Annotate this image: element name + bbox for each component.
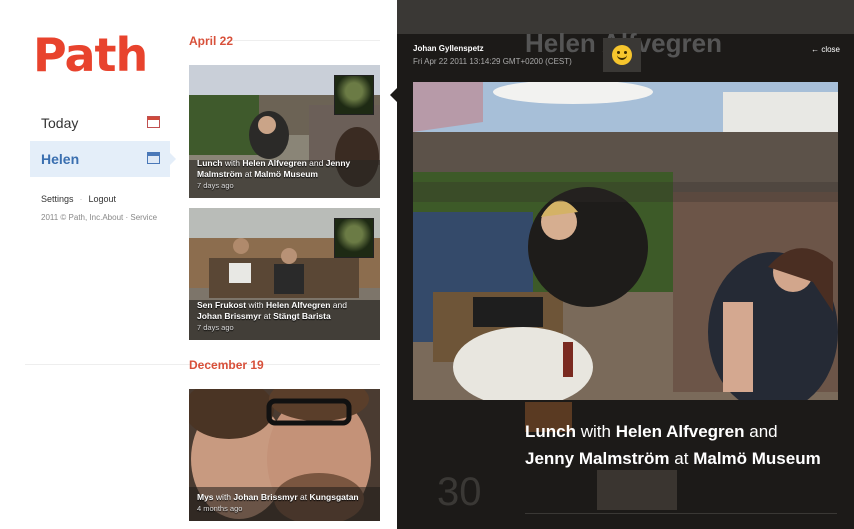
calendar-icon [147, 116, 160, 128]
moment-feed: April 22 Lunch with Helen Alfvegren and … [25, 0, 397, 529]
moment-card[interactable]: Sen Frukost with Helen Alfvegren and Joh… [189, 208, 380, 340]
sidebar-item-label: Today [41, 115, 79, 131]
timestamp: 7 days ago [197, 323, 234, 332]
moment-card[interactable]: Mys with Johan Brissmyr at Kungsgatan 4 … [189, 389, 380, 521]
close-button[interactable]: ← close [811, 45, 840, 54]
sidebar-item-helen[interactable]: Helen [30, 141, 176, 177]
date-header: December 19 [189, 358, 264, 372]
smiley-icon [612, 45, 632, 65]
divider [220, 40, 380, 41]
moment-card[interactable]: Lunch with Helen Alfvegren and Jenny Mal… [189, 65, 380, 198]
profile-icon [147, 152, 160, 164]
emotion-badge[interactable] [603, 38, 641, 72]
moment-caption-large: Lunch with Helen Alfvegren and Jenny Mal… [525, 422, 821, 468]
avatar [334, 75, 374, 115]
moment-detail-panel: Helen Alfvegren Johan Gyllenspetz Fri Ap… [390, 0, 854, 529]
avatar [334, 218, 374, 258]
path-logo[interactable]: Path [33, 28, 148, 82]
timestamp: 4 months ago [197, 504, 243, 513]
copyright: 2011 © Path, Inc.About · Service [41, 213, 158, 222]
moment-caption: Lunch with Helen Alfvegren and Jenny Mal… [197, 158, 351, 190]
logout-link[interactable]: Logout [89, 194, 117, 204]
settings-link[interactable]: Settings [41, 194, 74, 204]
author-name[interactable]: Johan Gyllenspetz [413, 44, 484, 53]
timestamp: 7 days ago [197, 181, 234, 190]
timestamp: Fri Apr 22 2011 13:14:29 GMT+0200 (CEST) [413, 57, 572, 66]
footer-links: Settings · Logout [41, 194, 117, 204]
moment-caption: Mys with Johan Brissmyr at Kungsgatan 4 … [197, 492, 359, 513]
moment-caption: Sen Frukost with Helen Alfvegren and Joh… [197, 300, 347, 332]
sidebar-item-today[interactable]: Today [30, 105, 170, 141]
sidebar: Path Today Helen Settings · Logout 2011 © … [0, 0, 180, 529]
date-header: April 22 [189, 34, 234, 48]
sidebar-item-label: Helen [41, 151, 80, 167]
moment-photo-large [413, 82, 838, 400]
